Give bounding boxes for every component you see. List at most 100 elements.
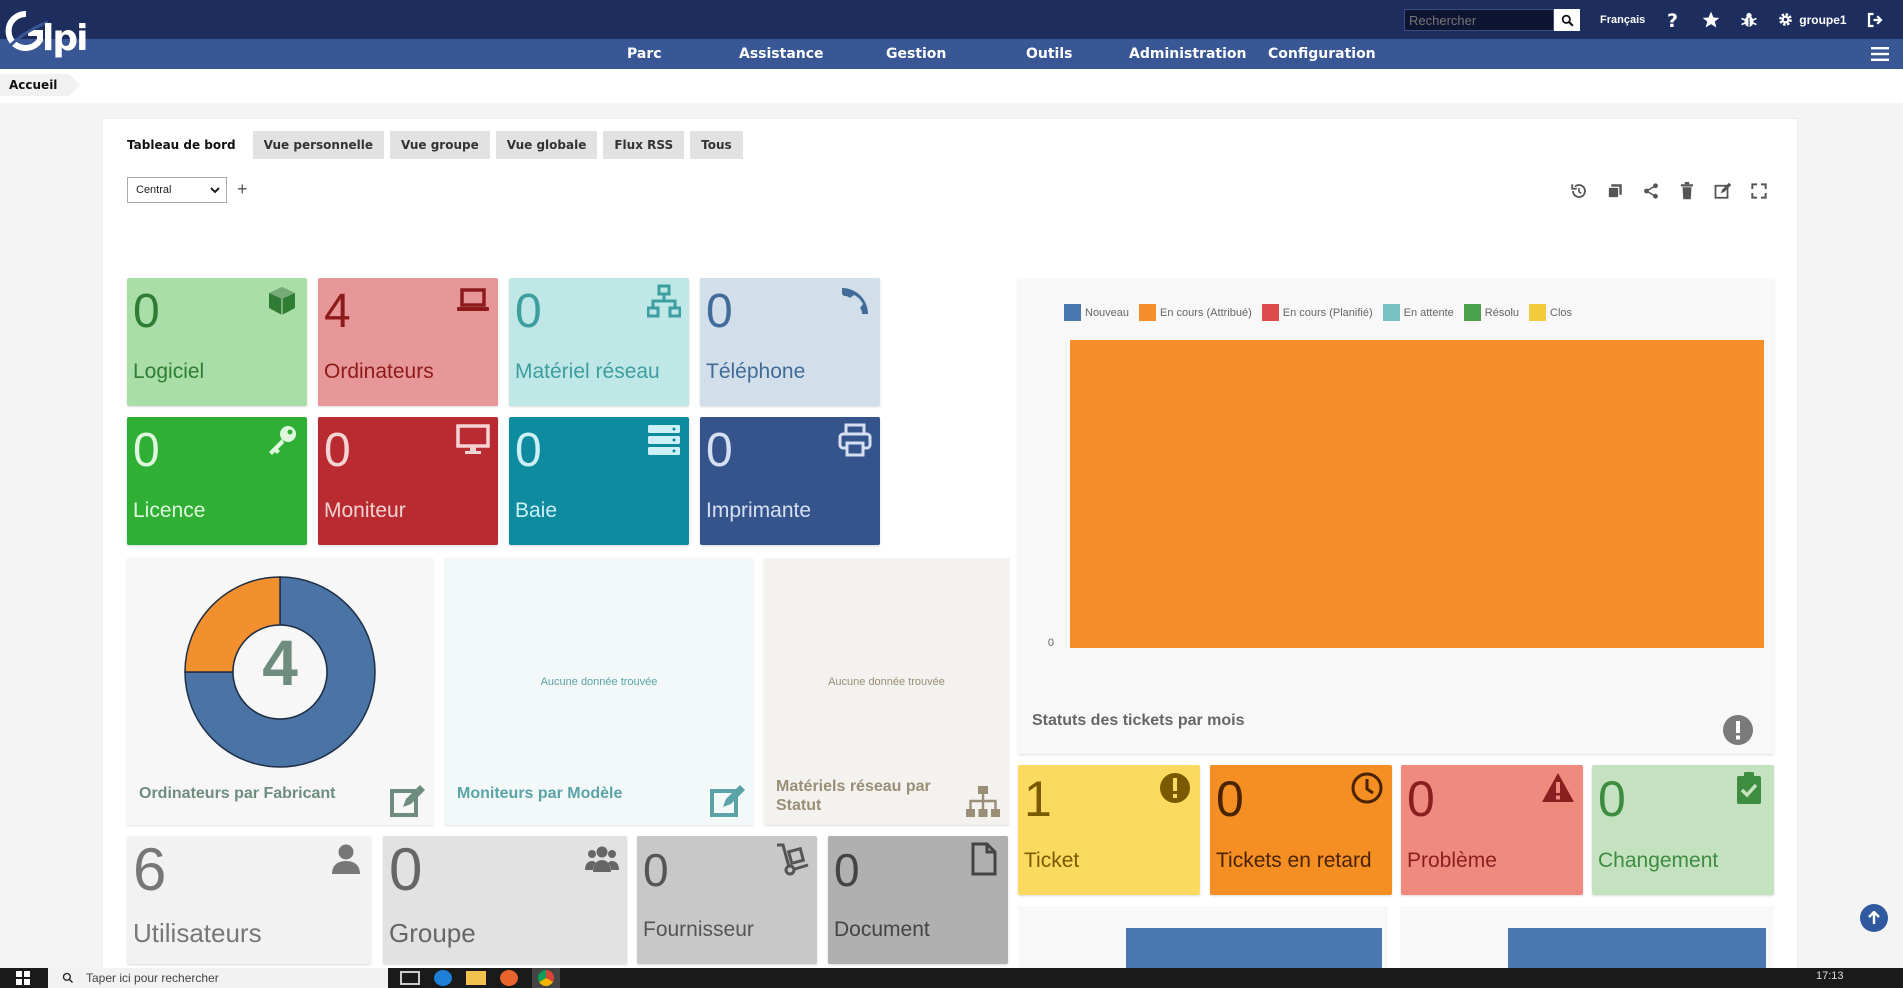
search-input[interactable] xyxy=(1404,9,1554,31)
card-value: 1 xyxy=(1024,771,1052,827)
logout-icon[interactable] xyxy=(1865,10,1885,30)
bug-icon[interactable] xyxy=(1739,10,1759,30)
box-icon xyxy=(269,287,295,315)
language-link[interactable]: Français xyxy=(1600,14,1645,26)
legend-label: Nouveau xyxy=(1085,306,1130,319)
legend-item-4[interactable]: Résolu xyxy=(1463,304,1520,321)
asset-card-6[interactable]: 0 Baie xyxy=(509,417,689,545)
glpi-logo[interactable]: lpi xyxy=(4,6,100,64)
help-icon[interactable]: ? xyxy=(1663,10,1683,30)
widget-title: Ordinateurs par Fabricant xyxy=(139,785,336,802)
taskbar-apps xyxy=(400,968,560,988)
card-value: 4 xyxy=(324,285,351,338)
ticket-card-0[interactable]: 1 Ticket xyxy=(1018,765,1200,895)
legend-item-0[interactable]: Nouveau xyxy=(1064,304,1129,321)
tab-vue-groupe[interactable]: Vue groupe xyxy=(390,131,490,159)
dashboard-select[interactable]: Central xyxy=(127,177,227,203)
user-icon xyxy=(332,844,360,874)
card-label: Problème xyxy=(1407,849,1497,872)
tab-flux-rss[interactable]: Flux RSS xyxy=(603,131,685,159)
main-menu: Parc Assistance Gestion Outils Administr… xyxy=(0,39,1903,69)
tab-vue-globale[interactable]: Vue globale xyxy=(495,131,598,159)
legend-item-5[interactable]: Clos xyxy=(1529,304,1572,321)
clone-icon[interactable] xyxy=(1605,181,1625,201)
edge-icon[interactable] xyxy=(434,970,452,986)
legend-item-3[interactable]: En attente xyxy=(1382,304,1454,321)
card-label: Licence xyxy=(133,499,206,522)
asset-card-3[interactable]: 0 Téléphone xyxy=(700,278,880,406)
chart-bar xyxy=(1508,928,1766,968)
people-card-1[interactable]: 0 Groupe xyxy=(383,836,627,964)
top-right-tools: Français ? groupe1 xyxy=(1600,0,1885,39)
asset-card-1[interactable]: 4 Ordinateurs xyxy=(318,278,498,406)
fullscreen-icon[interactable] xyxy=(1749,181,1769,201)
legend-item-2[interactable]: En cours (Planifié) xyxy=(1261,304,1373,321)
donut-center-value: 4 xyxy=(262,627,298,699)
legend-label: Résolu xyxy=(1484,306,1520,319)
firefox-icon[interactable] xyxy=(500,970,518,986)
add-dashboard-button[interactable]: + xyxy=(237,177,248,201)
chart-bar-1-0[interactable] xyxy=(1070,340,1764,648)
scroll-top-button[interactable] xyxy=(1860,904,1888,932)
server-icon xyxy=(648,425,680,455)
share-icon[interactable] xyxy=(1641,181,1661,201)
clock-icon xyxy=(1351,772,1383,804)
clipboard-check-icon xyxy=(1737,772,1761,804)
search-icon xyxy=(62,972,73,983)
tab-tous[interactable]: Tous xyxy=(690,131,743,159)
asset-card-7[interactable]: 0 Imprimante xyxy=(700,417,880,545)
dashboard-tools xyxy=(1569,181,1769,201)
people-card-2[interactable]: 0 Fournisseur xyxy=(637,836,817,964)
phone-icon xyxy=(842,288,868,314)
widget-partial-chart-2 xyxy=(1400,906,1774,968)
menu-administration[interactable]: Administration xyxy=(1129,39,1246,69)
asset-card-0[interactable]: 0 Logiciel xyxy=(127,278,307,406)
menu-assistance[interactable]: Assistance xyxy=(739,39,824,69)
people-card-3[interactable]: 0 Document xyxy=(828,836,1008,964)
menu-gestion[interactable]: Gestion xyxy=(886,39,946,69)
legend-label: En cours (Planifié) xyxy=(1282,306,1373,319)
ticket-card-2[interactable]: 0 Problème xyxy=(1401,765,1583,895)
card-label: Tickets en retard xyxy=(1216,849,1372,872)
legend-swatch xyxy=(1139,304,1157,321)
chevron-down-icon xyxy=(210,187,220,194)
asset-card-4[interactable]: 0 Licence xyxy=(127,417,307,545)
legend-item-1[interactable]: En cours (Attribué) xyxy=(1139,304,1252,321)
people-card-0[interactable]: 6 Utilisateurs xyxy=(127,836,371,964)
breadcrumb-bar: Accueil xyxy=(0,69,1903,103)
card-label: Groupe xyxy=(389,918,476,948)
taskbar-search[interactable]: Taper ici pour rechercher xyxy=(48,968,388,988)
card-label: Matériel réseau xyxy=(515,360,660,383)
breadcrumb-home[interactable]: Accueil xyxy=(0,74,81,96)
hamburger-icon[interactable] xyxy=(1871,47,1889,61)
svg-text:lpi: lpi xyxy=(42,18,86,59)
edit-icon[interactable] xyxy=(1713,181,1733,201)
menu-outils[interactable]: Outils xyxy=(1026,39,1073,69)
windows-icon[interactable] xyxy=(16,971,30,985)
star-icon[interactable] xyxy=(1701,10,1721,30)
search-button[interactable] xyxy=(1554,9,1580,31)
asset-card-5[interactable]: 0 Moniteur xyxy=(318,417,498,545)
ticket-card-3[interactable]: 0 Changement xyxy=(1592,765,1774,895)
chrome-icon[interactable] xyxy=(532,968,560,988)
tab-vue-personnelle[interactable]: Vue personnelle xyxy=(252,131,384,159)
menu-parc[interactable]: Parc xyxy=(627,39,662,69)
network-icon xyxy=(647,284,681,318)
user-menu[interactable]: groupe1 xyxy=(1777,11,1847,28)
trash-icon[interactable] xyxy=(1677,181,1697,201)
card-value: 0 xyxy=(1598,771,1626,827)
card-label: Changement xyxy=(1598,849,1719,872)
ticket-card-1[interactable]: 0 Tickets en retard xyxy=(1210,765,1392,895)
history-icon[interactable] xyxy=(1569,181,1589,201)
asset-card-2[interactable]: 0 Matériel réseau xyxy=(509,278,689,406)
menu-configuration[interactable]: Configuration xyxy=(1268,39,1376,69)
taskbar-clock: 17:13 xyxy=(1816,970,1844,982)
card-label: Ordinateurs xyxy=(324,360,434,383)
folder-icon[interactable] xyxy=(466,971,486,985)
exclamation-icon xyxy=(1160,773,1190,803)
edit-square-icon xyxy=(390,785,425,817)
y-tick-label: 0 xyxy=(1048,637,1054,649)
tab-tableau-de-bord[interactable]: Tableau de bord xyxy=(119,131,247,159)
legend-swatch xyxy=(1261,304,1279,321)
task-view-icon[interactable] xyxy=(400,971,420,985)
